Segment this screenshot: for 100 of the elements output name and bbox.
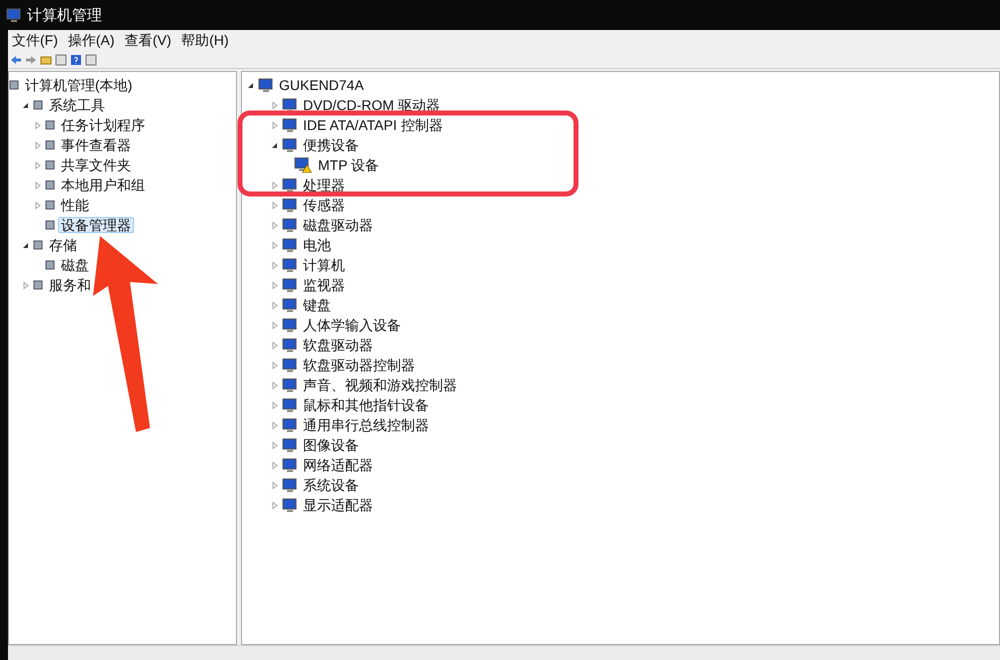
square-icon bbox=[45, 200, 55, 210]
collapsed-triangle-icon[interactable] bbox=[33, 140, 42, 150]
collapsed-triangle-icon[interactable] bbox=[270, 200, 279, 210]
square-icon bbox=[33, 280, 43, 290]
back-arrow-icon[interactable] bbox=[10, 55, 22, 65]
device-tree-item[interactable]: 便携设备 bbox=[300, 137, 362, 153]
monitor-icon bbox=[6, 8, 21, 22]
folder-icon[interactable] bbox=[40, 54, 52, 66]
device-tree-item[interactable]: 图像设备 bbox=[300, 437, 362, 453]
menu-item[interactable]: 文件(F) bbox=[12, 32, 58, 50]
panel-icon[interactable] bbox=[85, 54, 97, 66]
monitor-icon bbox=[282, 458, 297, 472]
device-tree-item[interactable]: 显示适配器 bbox=[300, 497, 376, 513]
collapsed-triangle-icon[interactable] bbox=[270, 180, 279, 190]
monitor-icon bbox=[282, 478, 297, 492]
monitor-icon bbox=[282, 498, 297, 512]
collapsed-triangle-icon[interactable] bbox=[270, 340, 279, 350]
monitor-icon bbox=[282, 318, 297, 332]
collapsed-triangle-icon[interactable] bbox=[270, 300, 279, 310]
collapsed-triangle-icon[interactable] bbox=[270, 320, 279, 330]
expanded-triangle-icon[interactable] bbox=[246, 80, 255, 90]
tree-item[interactable]: 共享文件夹 bbox=[58, 157, 134, 173]
device-tree-item[interactable]: 软盘驱动器控制器 bbox=[300, 357, 418, 373]
collapsed-triangle-icon[interactable] bbox=[33, 120, 42, 130]
window-title: 计算机管理 bbox=[27, 6, 102, 24]
device-tree-item[interactable]: 鼠标和其他指针设备 bbox=[300, 397, 432, 413]
monitor-icon bbox=[282, 438, 297, 452]
collapsed-triangle-icon[interactable] bbox=[270, 380, 279, 390]
monitor-icon bbox=[282, 138, 297, 152]
device-tree-item[interactable]: 监视器 bbox=[300, 277, 348, 293]
device-tree-item[interactable]: 通用串行总线控制器 bbox=[300, 417, 432, 433]
device-tree-item[interactable]: 处理器 bbox=[300, 177, 348, 193]
device-tree-item[interactable]: 传感器 bbox=[300, 197, 348, 213]
square-icon bbox=[33, 100, 43, 110]
collapsed-triangle-icon[interactable] bbox=[270, 220, 279, 230]
tree-item[interactable]: 任务计划程序 bbox=[58, 117, 148, 133]
monitor-icon bbox=[282, 418, 297, 432]
device-tree-item[interactable]: 键盘 bbox=[300, 297, 334, 313]
menu-item[interactable]: 查看(V) bbox=[124, 32, 172, 50]
menu-item[interactable]: 帮助(H) bbox=[181, 32, 229, 50]
device-tree-item[interactable]: 软盘驱动器 bbox=[300, 337, 376, 353]
collapsed-triangle-icon[interactable] bbox=[33, 180, 42, 190]
collapsed-triangle-icon[interactable] bbox=[270, 460, 279, 470]
expanded-triangle-icon[interactable] bbox=[270, 140, 279, 150]
device-tree-item[interactable]: 人体学输入设备 bbox=[300, 317, 404, 333]
collapsed-triangle-icon[interactable] bbox=[270, 280, 279, 290]
collapsed-triangle-icon[interactable] bbox=[33, 200, 42, 210]
device-tree-item[interactable]: 计算机 bbox=[300, 257, 348, 273]
square-icon bbox=[45, 260, 55, 270]
collapsed-triangle-icon[interactable] bbox=[33, 160, 42, 170]
monitor-icon bbox=[282, 238, 297, 252]
collapsed-triangle-icon[interactable] bbox=[270, 360, 279, 370]
collapsed-triangle-icon[interactable] bbox=[270, 440, 279, 450]
device-tree-item[interactable]: 电池 bbox=[300, 237, 334, 253]
collapsed-triangle-icon[interactable] bbox=[270, 420, 279, 430]
collapsed-triangle-icon[interactable] bbox=[270, 240, 279, 250]
tree-item[interactable]: 存储 bbox=[46, 237, 80, 253]
expanded-triangle-icon[interactable] bbox=[21, 240, 30, 250]
monitor-icon bbox=[282, 218, 297, 232]
device-tree-item[interactable]: 系统设备 bbox=[300, 477, 362, 493]
menu-item[interactable]: 操作(A) bbox=[68, 32, 115, 50]
collapsed-triangle-icon[interactable] bbox=[270, 260, 279, 270]
collapsed-triangle-icon[interactable] bbox=[270, 120, 279, 130]
collapsed-triangle-icon[interactable] bbox=[270, 100, 279, 110]
panel-icon[interactable] bbox=[55, 54, 67, 66]
device-tree-item[interactable]: 声音、视频和游戏控制器 bbox=[300, 377, 460, 393]
monitor-icon bbox=[282, 358, 297, 372]
device-tree-item[interactable]: 磁盘驱动器 bbox=[300, 217, 376, 233]
monitor-icon bbox=[282, 398, 297, 412]
collapsed-triangle-icon[interactable] bbox=[21, 280, 30, 290]
collapsed-triangle-icon[interactable] bbox=[270, 480, 279, 490]
tree-item[interactable]: 计算机管理(本地) bbox=[22, 77, 136, 93]
tree-item[interactable]: 服务和 bbox=[46, 277, 94, 293]
device-tree-item[interactable]: GUKEND74A bbox=[276, 77, 367, 93]
collapsed-triangle-icon[interactable] bbox=[270, 400, 279, 410]
monitor-icon bbox=[282, 118, 297, 132]
square-icon bbox=[9, 80, 19, 90]
tree-item[interactable]: 磁盘 bbox=[58, 257, 92, 273]
device-tree-item[interactable]: 网络适配器 bbox=[300, 457, 376, 473]
monitor-icon bbox=[282, 298, 297, 312]
tree-item[interactable]: 设备管理器 bbox=[58, 217, 134, 233]
tree-item[interactable]: 本地用户和组 bbox=[58, 177, 148, 193]
square-icon bbox=[33, 240, 43, 250]
device-tree-item[interactable]: MTP 设备 bbox=[315, 157, 382, 173]
monitor-icon bbox=[258, 78, 273, 92]
monitor-icon bbox=[282, 258, 297, 272]
monitor-icon bbox=[282, 98, 297, 112]
expanded-triangle-icon[interactable] bbox=[21, 100, 30, 110]
collapsed-triangle-icon[interactable] bbox=[270, 500, 279, 510]
square-icon bbox=[45, 140, 55, 150]
help-icon[interactable] bbox=[70, 54, 82, 66]
monitor-icon bbox=[282, 278, 297, 292]
tree-item[interactable]: 事件查看器 bbox=[58, 137, 134, 153]
forward-arrow-icon[interactable] bbox=[25, 55, 37, 65]
monitor-icon bbox=[282, 178, 297, 192]
device-tree-item[interactable]: IDE ATA/ATAPI 控制器 bbox=[300, 117, 446, 133]
tree-item[interactable]: 性能 bbox=[58, 197, 92, 213]
tree-item[interactable]: 系统工具 bbox=[46, 97, 108, 113]
square-icon bbox=[45, 180, 55, 190]
square-icon bbox=[45, 160, 55, 170]
